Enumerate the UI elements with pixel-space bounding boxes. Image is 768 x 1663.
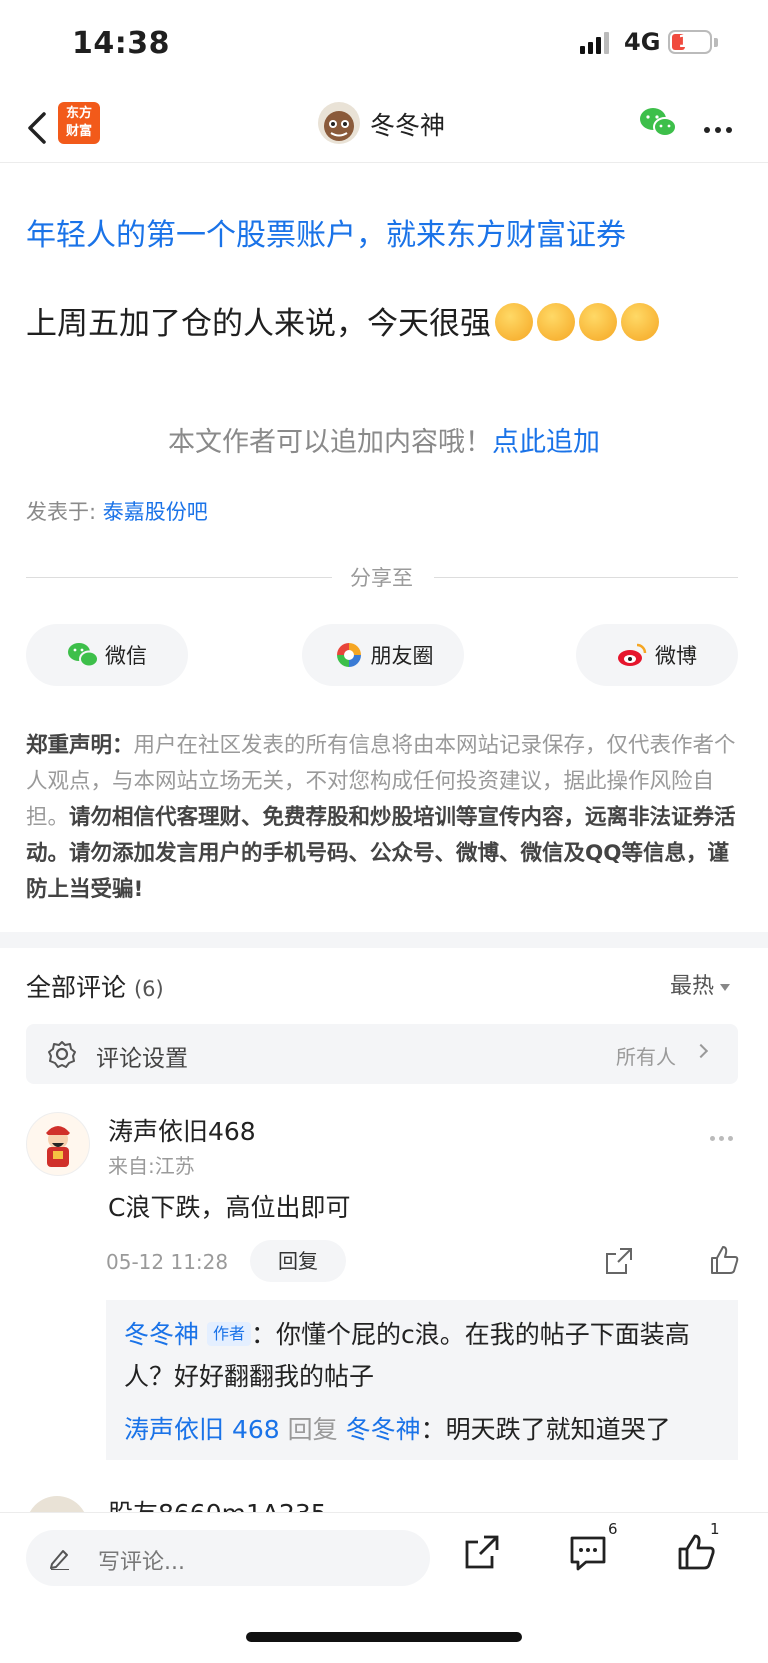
divider <box>434 577 738 578</box>
battery-tip <box>714 38 718 47</box>
battery-icon: 12 <box>668 30 712 54</box>
commenter-name[interactable]: 股友8660m1A235 <box>108 1494 327 1512</box>
like-count-badge: 1 <box>710 1520 720 1538</box>
blush-emoji-icon <box>579 302 617 341</box>
battery-level: 12 <box>678 32 702 52</box>
disclaimer-bold: 请勿相信代客理财、免费荐股和炒股培训等宣传内容，远离非法证券活动。请勿添加发言用… <box>26 805 736 902</box>
nav-title: 冬冬神 <box>370 111 446 140</box>
status-time: 14:38 <box>72 26 170 61</box>
comment-icon[interactable] <box>568 1532 608 1572</box>
posted-label: 发表于: <box>26 500 97 524</box>
moments-icon <box>336 643 361 667</box>
pen-icon <box>50 1550 69 1570</box>
wechat-icon <box>68 643 99 668</box>
comment-settings-label: 评论设置 <box>96 1046 188 1072</box>
share-label: 分享至 <box>350 566 413 590</box>
weibo-icon <box>618 643 647 666</box>
write-comment-placeholder: 写评论... <box>98 1550 185 1575</box>
disclaimer: 郑重声明：用户在社区发表的所有信息将由本网站记录保存，仅代表作者个人观点，与本网… <box>26 728 738 908</box>
blush-emoji-icon <box>621 302 659 341</box>
home-indicator[interactable] <box>246 1632 522 1642</box>
thumbs-up-icon[interactable] <box>708 1244 740 1276</box>
share-weibo-label: 微博 <box>655 644 697 668</box>
commenter-avatar[interactable] <box>26 1496 88 1512</box>
wechat-share-icon[interactable] <box>638 106 678 140</box>
divider <box>26 577 332 578</box>
share-icon[interactable] <box>604 1246 634 1276</box>
sort-label: 最热 <box>670 974 715 999</box>
reply-sep: ： <box>420 1415 446 1444</box>
reply-author[interactable]: 冬冬神 <box>124 1320 199 1349</box>
post-text: 上周五加了仓的人来说，今天很强 <box>26 298 659 345</box>
comments-count: (6) <box>133 977 164 1001</box>
reply-item[interactable]: 冬冬神 作者 ：你懂个屁的c浪。在我的帖子下面装高人？好好翻翻我的帖子 <box>124 1314 720 1398</box>
share-icon[interactable] <box>462 1532 502 1572</box>
blush-emoji-icon <box>537 302 575 341</box>
gear-icon <box>48 1041 76 1068</box>
comment-time: 05-12 11:28 <box>106 1250 229 1274</box>
append-prompt: 本文作者可以追加内容哦！点此追加 <box>0 420 768 459</box>
author-tag: 作者 <box>206 1322 251 1346</box>
commenter-name[interactable]: 涛声依旧468 <box>108 1112 256 1148</box>
post-body: 上周五加了仓的人来说，今天很强 <box>26 306 491 342</box>
network-type: 4G <box>624 28 661 56</box>
append-link[interactable]: 点此追加 <box>492 427 600 458</box>
share-moments-label: 朋友圈 <box>370 644 434 668</box>
author-avatar[interactable] <box>318 102 360 144</box>
thumbs-up-icon[interactable] <box>676 1532 716 1572</box>
app-logo[interactable]: 东方 财富 <box>58 102 100 144</box>
comments-title: 全部评论 (6) <box>26 968 164 1004</box>
commenter-location: 来自:江苏 <box>108 1154 195 1178</box>
append-text: 本文作者可以追加内容哦！ <box>168 427 492 458</box>
reply-thread: 冬冬神 作者 ：你懂个屁的c浪。在我的帖子下面装高人？好好翻翻我的帖子 涛声依旧 … <box>106 1300 738 1460</box>
commenter-avatar[interactable] <box>26 1112 90 1176</box>
chevron-right-icon <box>693 1043 709 1059</box>
reply-text: 明天跌了就知道哭了 <box>445 1415 671 1444</box>
reply-button[interactable]: 回复 <box>250 1240 346 1282</box>
comment-settings-value: 所有人 <box>616 1045 676 1069</box>
write-comment-input[interactable]: 写评论... <box>26 1530 430 1586</box>
nav-bar: 东方 财富 冬冬神 <box>0 96 768 163</box>
more-icon[interactable] <box>704 118 737 137</box>
section-gap <box>0 932 768 948</box>
bar-link[interactable]: 泰嘉股份吧 <box>103 500 208 524</box>
reply-verb: 回复 <box>287 1415 338 1444</box>
comment-count-badge: 6 <box>608 1520 618 1538</box>
back-arrow-icon[interactable] <box>24 108 54 148</box>
comment-settings-row[interactable]: 评论设置 所有人 <box>26 1024 738 1084</box>
promo-link[interactable]: 年轻人的第一个股票账户，就来东方财富证券 <box>26 210 626 254</box>
comment-more-icon[interactable] <box>710 1126 737 1145</box>
caret-down-icon <box>720 983 731 991</box>
sort-dropdown[interactable]: 最热 <box>670 968 731 1000</box>
share-weibo-button[interactable]: 微博 <box>576 624 738 686</box>
posted-in: 发表于: 泰嘉股份吧 <box>26 496 208 526</box>
reply-sep: ： <box>250 1320 276 1349</box>
blush-emoji-icon <box>495 302 533 341</box>
signal-icon <box>580 32 612 54</box>
share-wechat-button[interactable]: 微信 <box>26 624 188 686</box>
reply-item[interactable]: 涛声依旧 468 回复 冬冬神：明天跌了就知道哭了 <box>124 1410 671 1446</box>
reply-author[interactable]: 涛声依旧 468 <box>124 1415 280 1444</box>
comments-title-text: 全部评论 <box>26 973 127 1002</box>
share-moments-button[interactable]: 朋友圈 <box>302 624 464 686</box>
share-wechat-label: 微信 <box>105 644 147 668</box>
reply-target[interactable]: 冬冬神 <box>346 1415 421 1444</box>
comment-text: C浪下跌，高位出即可 <box>108 1193 351 1222</box>
disclaimer-title: 郑重声明： <box>26 733 134 758</box>
